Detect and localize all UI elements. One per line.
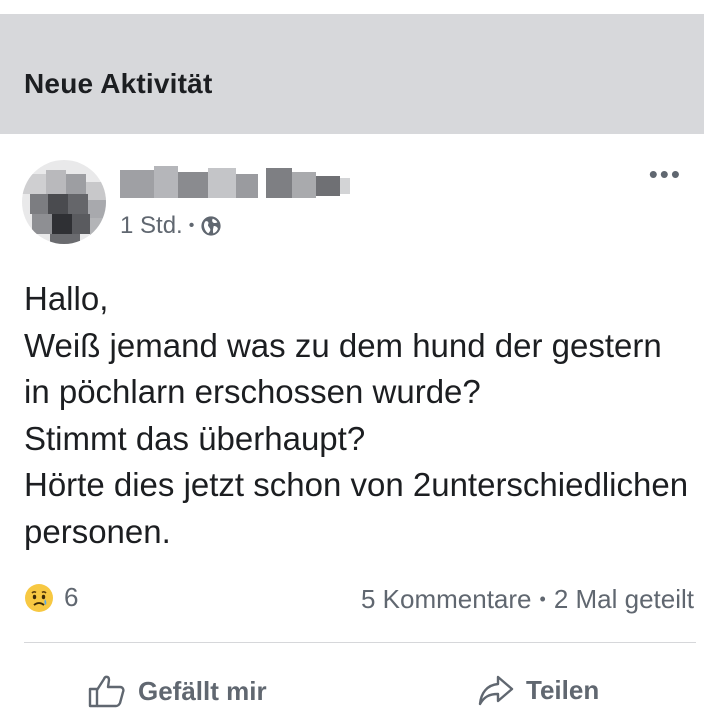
avatar[interactable] [22,160,106,244]
reaction-count: 6 [64,582,79,612]
post-text: Hallo, Weiß jemand was zu dem hund der g… [24,280,689,550]
shares-count[interactable]: 2 Mal geteilt [554,584,694,615]
section-header: Neue Aktivität [0,14,704,134]
post-meta: 1 Std. • [120,212,222,240]
globe-icon[interactable] [200,215,222,237]
sad-emoji-icon [25,583,53,612]
comments-count[interactable]: 5 Kommentare [361,584,532,615]
section-title: Neue Aktivität [24,68,213,99]
top-strip [0,0,704,14]
like-button[interactable]: Gefällt mir [88,674,267,708]
meta-separator: • [188,217,195,234]
thumbs-up-icon [88,675,125,708]
author-name-blurred[interactable] [120,166,350,202]
divider [24,642,696,643]
more-options-icon[interactable]: ••• [649,161,682,187]
post-stats: 5 Kommentare • 2 Mal geteilt [361,584,694,615]
share-button[interactable]: Teilen [478,674,599,706]
like-label: Gefällt mir [138,675,267,706]
stats-separator: • [539,589,546,609]
share-label: Teilen [526,674,600,705]
post-card: 1 Std. • ••• Hallo, Weiß jemand was zu d… [0,134,704,708]
reactions-summary[interactable]: 6 [24,582,78,613]
share-arrow-icon [478,675,514,706]
post-time[interactable]: 1 Std. [120,212,183,240]
